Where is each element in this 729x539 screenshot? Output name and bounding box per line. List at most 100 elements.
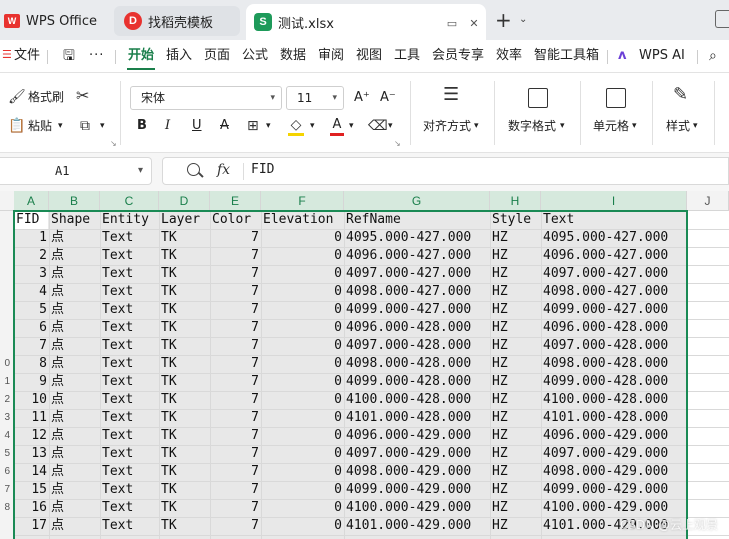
menu-insert[interactable]: 插入 [166, 47, 192, 65]
column-header-c[interactable]: C [100, 191, 159, 211]
menu-bar: ☰ 文件 🖫 ··· 开始 插入 页面 公式 数据 审阅 视图 工具 会员专享 … [0, 40, 729, 73]
chevron-down-icon[interactable]: ▾ [138, 158, 143, 184]
column-header-i[interactable]: I [541, 191, 687, 211]
copy-icon[interactable]: ⧉ [80, 118, 90, 134]
row-header[interactable]: 4 [4, 430, 10, 441]
window-control-icon[interactable] [715, 10, 729, 28]
ribbon-toolbar: 🖌 格式刷 ✂ 📋 粘贴 ▾ ⧉ ▾ ↘ 宋体 ▾ 11 ▾ A⁺ A⁻ B I… [0, 73, 729, 153]
dialog-launcher-icon[interactable]: ↘ [110, 136, 117, 152]
paste-button[interactable]: 粘贴 [28, 118, 52, 134]
align-button[interactable]: 对齐方式 [423, 118, 471, 134]
column-header-a[interactable]: A [14, 191, 49, 211]
insert-function-button[interactable]: fx [217, 162, 230, 178]
chevron-down-icon[interactable]: ▾ [310, 118, 315, 134]
chevron-down-icon[interactable]: ▾ [388, 118, 393, 134]
more-options-icon[interactable]: ··· [89, 47, 104, 65]
row-header[interactable]: 0 [4, 358, 10, 369]
search-icon[interactable] [187, 163, 200, 176]
ribbon-divider [580, 81, 581, 145]
chevron-down-icon[interactable]: ▾ [632, 118, 637, 134]
eraser-icon[interactable]: ⌫ [368, 118, 388, 134]
strikethrough-button[interactable]: A [220, 118, 229, 134]
close-tab-icon[interactable]: ✕ [468, 18, 480, 29]
spreadsheet-grid[interactable]: ABCDEFGHIJ 012345678 FID Shape Entity Layer… [0, 191, 729, 539]
column-header-d[interactable]: D [159, 191, 210, 211]
number-format-icon[interactable] [528, 88, 548, 108]
menu-file[interactable]: 文件 [14, 47, 40, 65]
watermark-text: CSDN @云上观景 [620, 518, 719, 532]
ribbon-divider [652, 81, 653, 145]
row-header[interactable]: 8 [4, 502, 10, 513]
dialog-launcher-icon[interactable]: ↘ [394, 136, 401, 152]
number-format-button[interactable]: 数字格式 [508, 118, 556, 134]
paste-icon[interactable]: 📋 [8, 118, 25, 134]
column-header-b[interactable]: B [49, 191, 100, 211]
column-header-j[interactable]: J [687, 191, 729, 211]
cell-icon[interactable] [606, 88, 626, 108]
row-header[interactable]: 2 [4, 394, 10, 405]
hamburger-menu-icon[interactable]: ☰ [2, 46, 12, 64]
tab-active-workbook[interactable]: S 测试.xlsx ▭ ✕ [246, 4, 486, 40]
chevron-down-icon[interactable]: ▾ [100, 118, 105, 134]
menu-smart-toolbox[interactable]: 智能工具箱 [534, 47, 599, 65]
formula-input-area[interactable]: fx FID [162, 157, 729, 185]
column-header-f[interactable]: F [261, 191, 344, 211]
menu-home[interactable]: 开始 [128, 47, 154, 65]
font-name-value: 宋体 [141, 91, 166, 105]
search-icon[interactable]: ⌕ [709, 47, 717, 65]
menu-view[interactable]: 视图 [356, 47, 382, 65]
chevron-down-icon[interactable]: ▾ [266, 118, 271, 134]
menu-divider [115, 50, 116, 64]
new-tab-plus-icon[interactable]: + [495, 10, 512, 30]
row-header[interactable]: 7 [4, 484, 10, 495]
font-color-button[interactable]: A [330, 117, 344, 136]
format-painter-icon[interactable]: 🖌 [8, 89, 26, 105]
style-brush-icon[interactable]: ✎ [673, 86, 688, 104]
italic-button[interactable]: I [165, 118, 170, 134]
fill-color-icon[interactable]: ◇ [288, 117, 304, 136]
row-header[interactable]: 3 [4, 412, 10, 423]
chevron-down-icon[interactable]: ⌄ [519, 14, 527, 25]
column-header-h[interactable]: H [490, 191, 541, 211]
column-header-e[interactable]: E [210, 191, 261, 211]
menu-wps-ai[interactable]: WPS AI [639, 47, 685, 65]
row-header[interactable]: 6 [4, 466, 10, 477]
menu-formula[interactable]: 公式 [242, 47, 268, 65]
row-header[interactable]: 1 [4, 376, 10, 387]
chevron-down-icon[interactable]: ▾ [349, 118, 354, 134]
grow-font-button[interactable]: A⁺ [354, 90, 370, 106]
borders-icon[interactable]: ⊞ [247, 118, 259, 134]
save-icon[interactable]: 🖫 [63, 47, 75, 65]
menu-tools[interactable]: 工具 [394, 47, 420, 65]
name-box[interactable]: A1 ▾ [0, 157, 152, 185]
format-painter-button[interactable]: 格式刷 [28, 89, 64, 105]
restore-tab-icon[interactable]: ▭ [446, 18, 458, 29]
chevron-down-icon[interactable]: ▾ [474, 118, 479, 134]
row-header[interactable]: 5 [4, 448, 10, 459]
menu-page[interactable]: 页面 [204, 47, 230, 65]
formula-input[interactable]: FID [251, 162, 274, 177]
bold-button[interactable]: B [137, 118, 147, 134]
font-size-combo[interactable]: 11 ▾ [286, 86, 344, 110]
underline-button[interactable]: U [192, 118, 202, 134]
formula-divider [243, 163, 244, 180]
name-box-value: A1 [55, 164, 70, 178]
chevron-down-icon[interactable]: ▾ [58, 118, 63, 134]
chevron-down-icon[interactable]: ▾ [693, 118, 698, 134]
cut-icon[interactable]: ✂ [76, 88, 89, 104]
chevron-down-icon: ▾ [332, 93, 337, 103]
style-button[interactable]: 样式 [666, 118, 690, 134]
menu-divider [697, 50, 698, 64]
shrink-font-button[interactable]: A⁻ [380, 90, 396, 106]
menu-review[interactable]: 审阅 [318, 47, 344, 65]
tab-template-store[interactable]: D 找稻壳模板 [114, 6, 240, 36]
menu-efficiency[interactable]: 效率 [496, 47, 522, 65]
chevron-down-icon[interactable]: ▾ [560, 118, 565, 134]
cell-button[interactable]: 单元格 [593, 118, 629, 134]
align-icon[interactable]: ☰ [443, 86, 459, 104]
menu-member[interactable]: 会员专享 [432, 47, 484, 65]
tab-wps-office[interactable]: W WPS Office [0, 6, 112, 36]
font-name-combo[interactable]: 宋体 ▾ [130, 86, 282, 110]
column-header-g[interactable]: G [344, 191, 490, 211]
menu-data[interactable]: 数据 [280, 47, 306, 65]
